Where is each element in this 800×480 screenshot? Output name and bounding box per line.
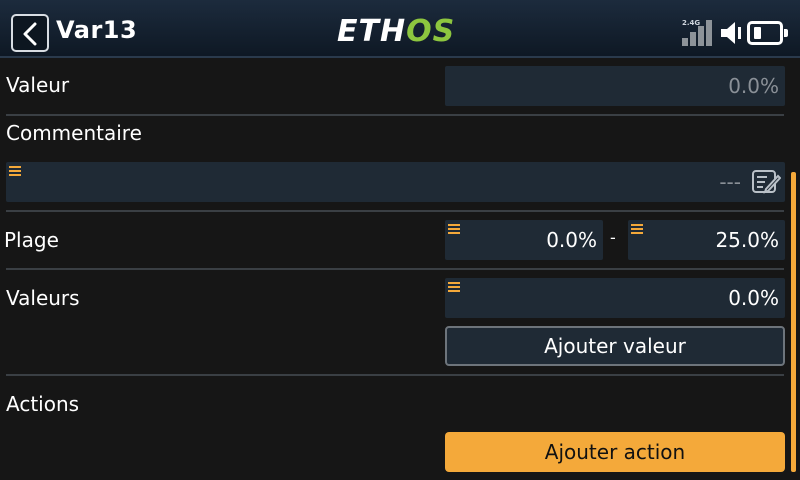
drag-handle-icon (631, 224, 643, 235)
drag-handle-icon (448, 224, 460, 235)
plage-max-value: 25.0% (715, 228, 779, 252)
logo-text-left: ETH (337, 14, 407, 49)
add-action-button[interactable]: Ajouter action (445, 432, 785, 472)
back-button[interactable] (11, 14, 49, 52)
speaker-icon (721, 22, 741, 44)
range-separator: - (610, 228, 616, 247)
commentaire-value: --- (719, 170, 741, 194)
plage-label: Plage (4, 228, 59, 252)
add-value-button[interactable]: Ajouter valeur (445, 326, 785, 366)
plage-max-field[interactable]: 25.0% (628, 220, 785, 260)
top-bar: Var13 ETHOS 2.4G (0, 0, 800, 58)
plage-min-value: 0.0% (546, 228, 597, 252)
page-title: Var13 (56, 16, 138, 44)
valeurs-label: Valeurs (6, 286, 80, 310)
edit-icon[interactable] (751, 169, 781, 195)
divider (6, 268, 784, 270)
plage-min-field[interactable]: 0.0% (445, 220, 603, 260)
valeurs-value: 0.0% (728, 286, 779, 310)
commentaire-field[interactable]: --- (6, 162, 785, 202)
back-icon (23, 22, 37, 46)
actions-label: Actions (6, 392, 80, 416)
valeurs-field[interactable]: 0.0% (445, 278, 785, 318)
divider (6, 114, 784, 116)
logo-text-right: OS (406, 14, 456, 49)
scrollbar[interactable] (791, 172, 796, 472)
drag-handle-icon (9, 166, 21, 177)
commentaire-label: Commentaire (6, 121, 142, 145)
battery-icon (747, 21, 788, 45)
valeur-field[interactable]: 0.0% (445, 66, 785, 106)
valeur-value: 0.0% (728, 74, 779, 98)
valeur-label: Valeur (6, 73, 70, 97)
ethos-logo: ETHOS (337, 17, 455, 47)
divider (6, 374, 784, 376)
divider (6, 210, 784, 212)
signal-icon (682, 20, 716, 46)
drag-handle-icon (448, 282, 460, 293)
